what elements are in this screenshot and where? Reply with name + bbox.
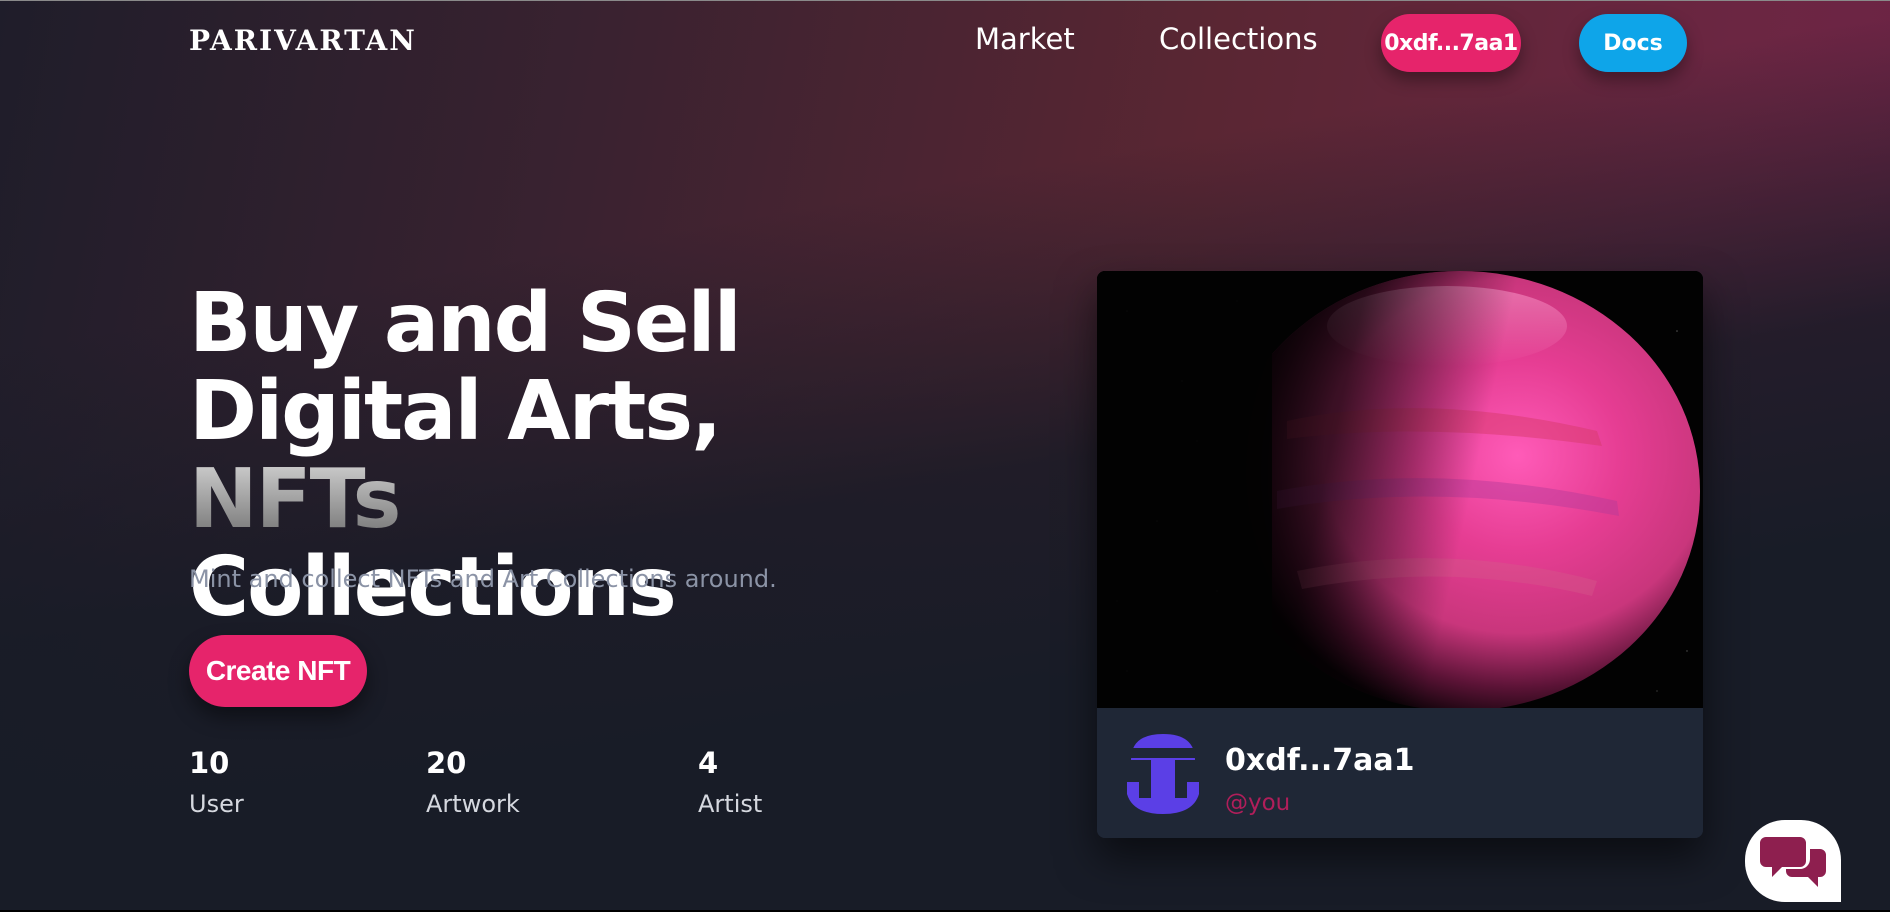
create-nft-button[interactable]: Create NFT bbox=[189, 635, 367, 707]
stat-label: User bbox=[189, 790, 244, 818]
nav-market-link[interactable]: Market bbox=[975, 22, 1075, 56]
chat-widget-button[interactable] bbox=[1745, 820, 1841, 902]
hero-title-highlight: NFTs bbox=[189, 452, 401, 547]
docs-button[interactable]: Docs bbox=[1579, 14, 1687, 72]
nft-owner-handle[interactable]: @you bbox=[1225, 790, 1290, 816]
top-border bbox=[0, 0, 1890, 1]
stat-label: Artwork bbox=[426, 790, 520, 818]
nft-card-footer: 0xdf...7aa1 @you bbox=[1097, 708, 1703, 838]
stat-artist: 4 Artist bbox=[698, 746, 762, 818]
nft-owner-address[interactable]: 0xdf...7aa1 bbox=[1225, 743, 1415, 778]
wallet-address-button[interactable]: 0xdf...7aa1 bbox=[1381, 14, 1521, 72]
nav-collections-link[interactable]: Collections bbox=[1159, 22, 1318, 56]
chat-bubbles-icon bbox=[1760, 837, 1826, 887]
hero-title-line1: Buy and Sell bbox=[189, 276, 742, 371]
stat-user: 10 User bbox=[189, 746, 244, 818]
nft-artwork-image[interactable] bbox=[1097, 271, 1703, 711]
avatar-icon[interactable] bbox=[1127, 730, 1199, 814]
stat-label: Artist bbox=[698, 790, 763, 818]
stat-value: 4 bbox=[698, 746, 719, 780]
featured-nft-card[interactable]: 0xdf...7aa1 @you bbox=[1097, 271, 1703, 838]
hero-title-line2: Digital Arts, bbox=[189, 364, 722, 459]
logo[interactable]: PARIVARTAN bbox=[189, 24, 417, 57]
stat-value: 20 bbox=[426, 746, 467, 780]
stat-value: 10 bbox=[189, 746, 230, 780]
pink-planet-artwork bbox=[1097, 271, 1703, 711]
hero-subtitle: Mint and collect NFTs and Art Collection… bbox=[189, 565, 777, 593]
stat-artwork: 20 Artwork bbox=[426, 746, 520, 818]
